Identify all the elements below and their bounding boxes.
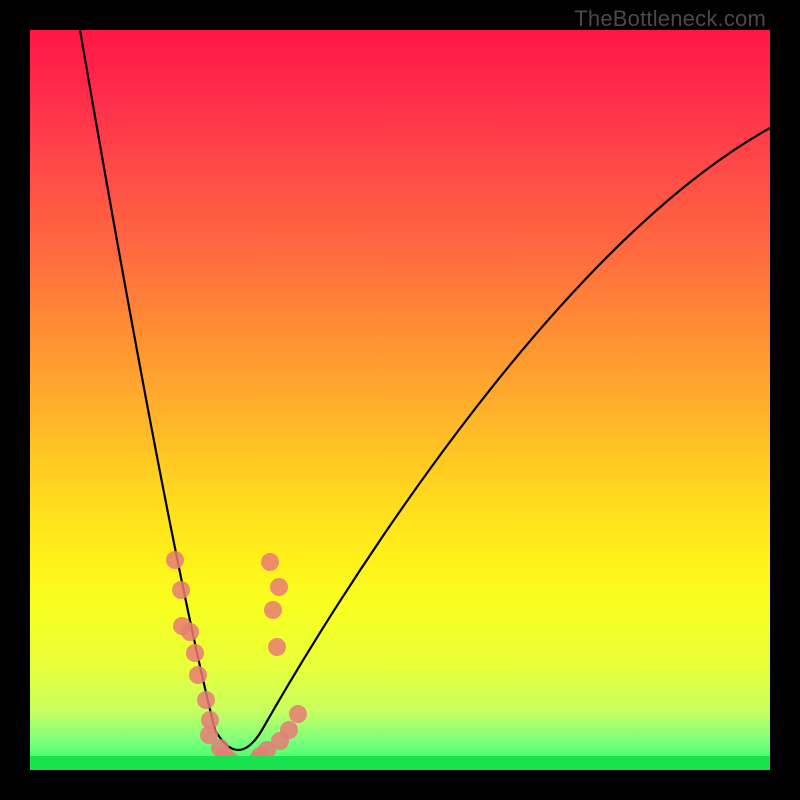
curve-svg	[30, 30, 770, 770]
data-dots	[166, 551, 307, 770]
plot-area	[30, 30, 770, 770]
baseline-green-band	[30, 756, 770, 770]
bottleneck-curve	[80, 30, 770, 750]
watermark-text: TheBottleneck.com	[574, 6, 766, 32]
